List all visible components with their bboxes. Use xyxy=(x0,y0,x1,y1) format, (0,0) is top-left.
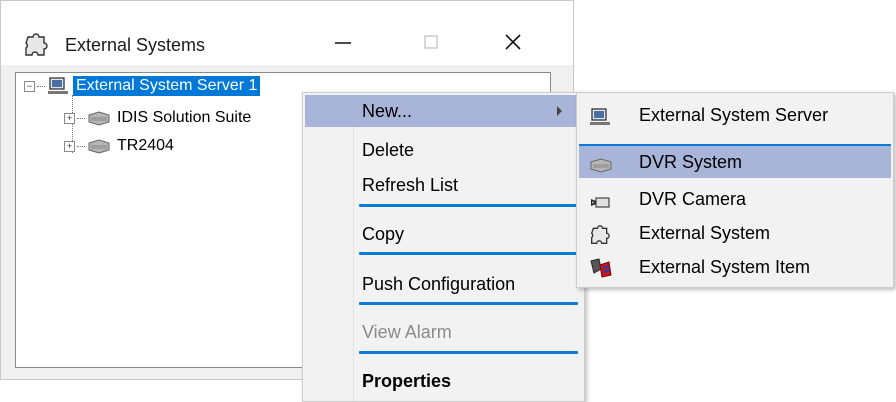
expand-icon[interactable]: + xyxy=(64,140,75,152)
server-icon xyxy=(47,76,69,96)
menu-item-push-configuration[interactable]: Push Configuration xyxy=(305,268,582,300)
tree-node-child[interactable]: + TR2404 xyxy=(64,135,174,157)
close-icon xyxy=(505,34,521,50)
menu-item-delete[interactable]: Delete xyxy=(305,134,582,166)
menu-item-refresh-list[interactable]: Refresh List xyxy=(305,169,582,201)
submenu-item-label: External System Server xyxy=(639,105,829,125)
menu-item-label: New... xyxy=(362,101,413,121)
tree-node-label[interactable]: External System Server 1 xyxy=(73,76,261,96)
menu-item-label: Properties xyxy=(362,371,452,391)
menu-item-label: View Alarm xyxy=(362,322,452,342)
title-bar[interactable]: External Systems xyxy=(1,1,573,65)
menu-item-view-alarm: View Alarm xyxy=(305,316,582,348)
server-icon xyxy=(589,105,611,125)
window-title: External Systems xyxy=(65,35,206,55)
tree-node-root[interactable]: − External System Server 1 xyxy=(24,75,261,97)
submenu-item-external-system[interactable]: External System xyxy=(579,217,891,249)
context-menu: New... Delete Refresh List Copy Push Con… xyxy=(302,92,585,402)
menu-item-label: Copy xyxy=(362,224,405,244)
collapse-icon[interactable]: − xyxy=(24,80,35,92)
new-submenu: External System Server DVR System DVR Ca… xyxy=(576,92,894,288)
submenu-item-dvr-system[interactable]: DVR System xyxy=(579,146,891,178)
submenu-item-label: External System Item xyxy=(639,257,811,277)
menu-item-copy[interactable]: Copy xyxy=(305,218,582,250)
camera-icon xyxy=(589,189,611,209)
menu-separator xyxy=(359,302,578,305)
menu-separator xyxy=(359,351,578,354)
submenu-item-label: DVR Camera xyxy=(639,189,747,209)
tree-node-label[interactable]: IDIS Solution Suite xyxy=(117,109,251,127)
menu-separator xyxy=(359,252,578,255)
submenu-item-label: DVR System xyxy=(639,152,743,172)
tree-node-child[interactable]: + IDIS Solution Suite xyxy=(64,107,251,129)
dvr-icon xyxy=(87,138,111,154)
maximize-icon xyxy=(424,35,438,49)
submenu-item-external-system-item[interactable]: External System Item xyxy=(579,251,891,283)
submenu-item-dvr-camera[interactable]: DVR Camera xyxy=(579,183,891,215)
submenu-arrow-icon xyxy=(557,106,562,116)
minimize-button[interactable] xyxy=(323,27,363,59)
submenu-item-external-system-server[interactable]: External System Server xyxy=(579,99,891,131)
menu-item-label: Push Configuration xyxy=(362,274,516,294)
menu-separator xyxy=(359,204,578,207)
expand-icon[interactable]: + xyxy=(64,112,75,124)
menu-item-new[interactable]: New... xyxy=(305,95,582,127)
plug-icon xyxy=(589,257,612,278)
maximize-button[interactable] xyxy=(411,27,451,59)
minimize-icon xyxy=(335,42,351,44)
menu-item-label: Delete xyxy=(362,140,415,160)
menu-item-properties[interactable]: Properties xyxy=(305,365,582,397)
close-button[interactable] xyxy=(493,27,533,59)
dvr-icon xyxy=(87,110,111,126)
puzzle-icon xyxy=(589,223,611,244)
puzzle-icon xyxy=(23,33,49,57)
submenu-item-label: External System xyxy=(639,223,771,243)
tree-node-label[interactable]: TR2404 xyxy=(117,137,174,155)
menu-item-label: Refresh List xyxy=(362,175,459,195)
dvr-icon xyxy=(589,152,612,173)
